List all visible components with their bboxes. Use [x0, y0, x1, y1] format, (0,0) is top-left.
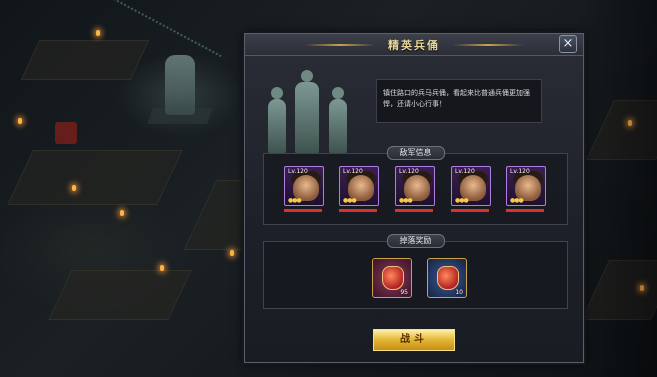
enemy-card[interactable]: Lv.120 ●●● — [395, 166, 435, 206]
terracotta-warriors-image — [263, 64, 363, 154]
enemy-card[interactable]: Lv.120 ●●● — [451, 166, 491, 206]
enemy-info-section: 敌军信息 Lv.120 ●●● Lv.120 ●●● Lv.120 ●●● Lv… — [263, 146, 568, 225]
enemy-card[interactable]: Lv.120 ●●● — [506, 166, 546, 206]
enemy-stars: ●●● — [343, 197, 357, 204]
map-building — [7, 150, 183, 205]
map-building — [20, 40, 150, 80]
enemy-stars: ●●● — [455, 197, 469, 204]
fight-button[interactable]: 战斗 — [373, 329, 455, 351]
warrior-figure — [329, 87, 347, 154]
enemy-level: Lv.120 — [510, 168, 530, 175]
enemy-info-label: 敌军信息 — [386, 146, 445, 160]
map-banner — [55, 122, 77, 144]
enemy-hp-bar — [451, 209, 491, 212]
lamp-icon — [18, 118, 22, 124]
red-gem-icon — [437, 266, 459, 290]
map-building — [48, 270, 192, 320]
lamp-icon — [160, 265, 164, 271]
enemy-level: Lv.120 — [455, 168, 475, 175]
horse-statue[interactable] — [165, 55, 195, 115]
enemy-level: Lv.120 — [288, 168, 308, 175]
reward-quantity: 95 — [400, 289, 408, 296]
enemy-level: Lv.120 — [343, 168, 363, 175]
map-shade — [577, 0, 657, 377]
description-box: 镇住路口的兵马兵俑，看起来比普通兵俑更加强悍，还请小心行事！ — [376, 79, 542, 123]
warrior-figure — [268, 87, 286, 154]
warrior-figure — [295, 70, 319, 154]
reward-item[interactable]: 10 — [427, 258, 467, 298]
reward-label: 掉落奖励 — [386, 234, 445, 248]
enemy-hp-bar — [284, 209, 324, 212]
lamp-icon — [96, 30, 100, 36]
enemy-level: Lv.120 — [399, 168, 419, 175]
enemy-stars: ●●● — [510, 197, 524, 204]
elite-battle-dialog: 精英兵俑 × 镇住路口的兵马兵俑，看起来比普通兵俑更加强悍，还请小心行事！ 敌军… — [244, 33, 584, 363]
lamp-icon — [72, 185, 76, 191]
lamp-icon — [230, 250, 234, 256]
enemy-hp-bar — [395, 209, 435, 212]
reward-section: 掉落奖励 95 10 — [263, 234, 568, 309]
enemy-card[interactable]: Lv.120 ●●● — [284, 166, 324, 206]
close-button[interactable]: × — [559, 35, 577, 53]
description-text: 镇住路口的兵马兵俑，看起来比普通兵俑更加强悍，还请小心行事！ — [383, 89, 530, 108]
reward-quantity: 10 — [455, 289, 463, 296]
enemy-card[interactable]: Lv.120 ●●● — [339, 166, 379, 206]
red-pouch-icon — [382, 266, 404, 290]
enemy-hp-bar — [506, 209, 546, 212]
lamp-icon — [120, 210, 124, 216]
enemy-hp-bar — [339, 209, 379, 212]
enemy-stars: ●●● — [399, 197, 413, 204]
dialog-titlebar: 精英兵俑 × — [245, 34, 583, 56]
reward-item[interactable]: 95 — [372, 258, 412, 298]
enemy-stars: ●●● — [288, 197, 302, 204]
dialog-title: 精英兵俑 — [388, 39, 440, 52]
